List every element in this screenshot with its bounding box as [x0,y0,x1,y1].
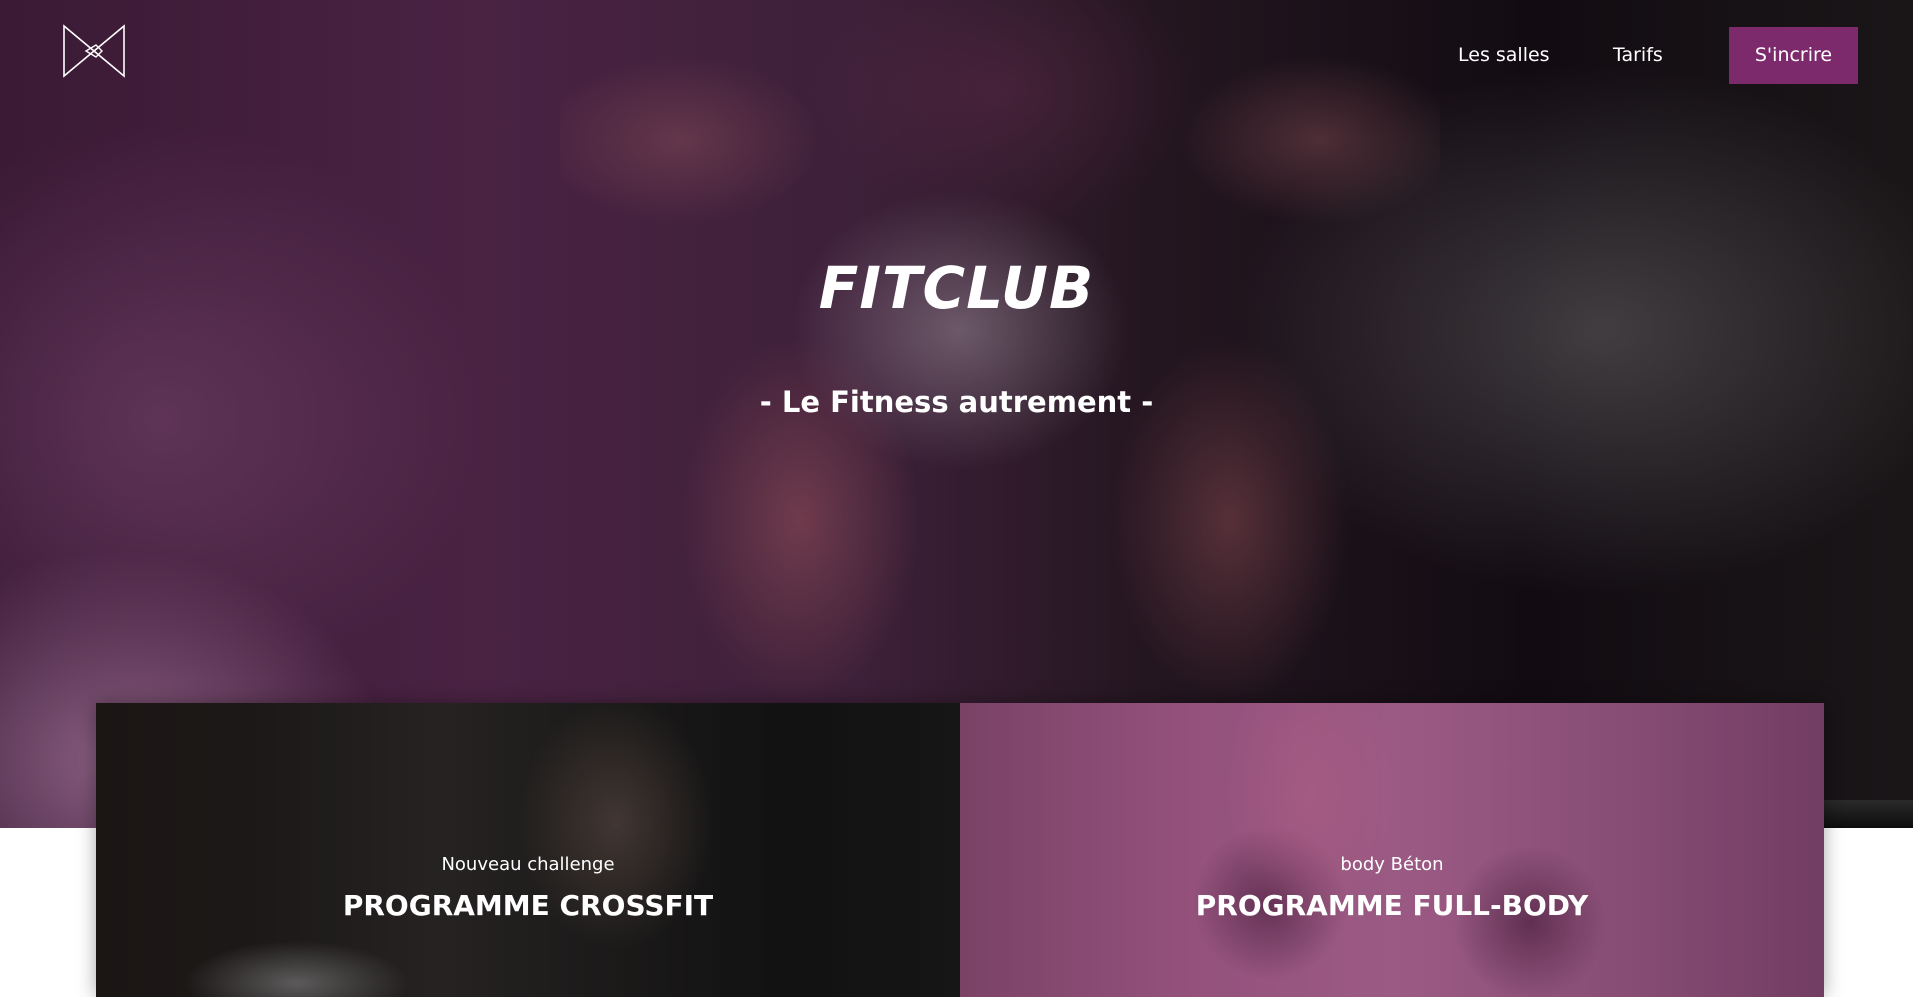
signup-button[interactable]: S'incrire [1729,27,1858,84]
hero-title: FITCLUB [818,254,1095,322]
card-image-overlay [960,703,1824,997]
bowtie-logo-icon[interactable] [62,24,126,78]
card-title: PROGRAMME FULL-BODY [1195,889,1589,922]
page: Les salles Tarifs S'incrire FITCLUB - Le… [0,0,1913,997]
program-card-full-body[interactable]: body Béton PROGRAMME FULL-BODY [960,703,1824,997]
card-image-overlay [96,703,960,997]
nav-link-les-salles[interactable]: Les salles [1458,42,1550,68]
nav-link-tarifs[interactable]: Tarifs [1613,42,1663,68]
program-cards: Nouveau challenge PROGRAMME CROSSFIT bod… [96,703,1824,997]
hero-subtitle: - Le Fitness autrement - [759,385,1154,419]
card-title: PROGRAMME CROSSFIT [342,889,714,922]
program-card-crossfit[interactable]: Nouveau challenge PROGRAMME CROSSFIT [96,703,960,997]
card-kicker: Nouveau challenge [441,854,615,875]
card-kicker: body Béton [1340,854,1444,875]
